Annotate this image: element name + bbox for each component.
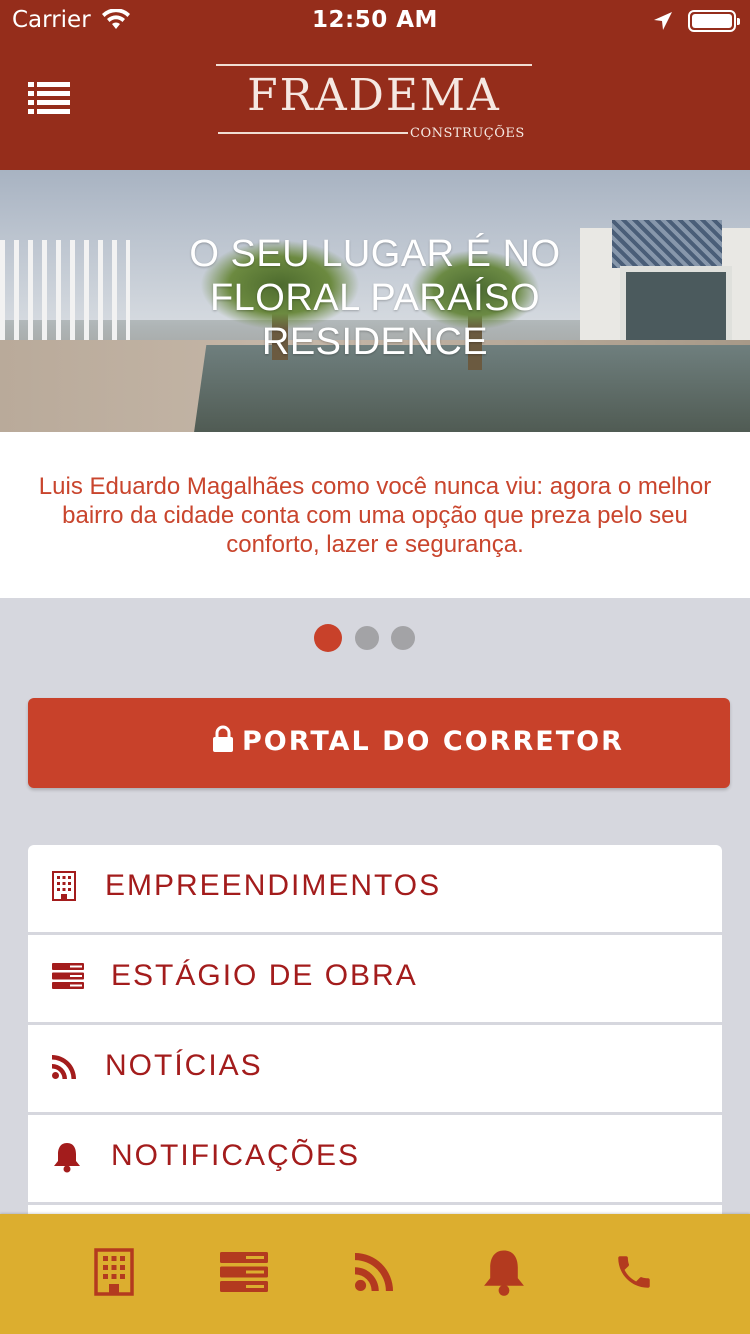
- building-icon: [52, 871, 76, 905]
- menu-item-label: ESTÁGIO DE OBRA: [111, 959, 418, 992]
- rss-icon: [355, 1253, 393, 1295]
- menu-item-estagio-de-obra[interactable]: ESTÁGIO DE OBRA: [28, 935, 722, 1022]
- menu-item-noticias[interactable]: NOTÍCIAS: [28, 1025, 722, 1112]
- lock-icon: [212, 725, 234, 757]
- hero-description: Luis Eduardo Magalhães como você nunca v…: [38, 473, 712, 558]
- hero-title: O SEU LUGAR É NO FLORAL PARAÍSO RESIDENC…: [0, 232, 750, 364]
- logo-wordmark: FRADEMA: [247, 70, 501, 121]
- menu-item-notificacoes[interactable]: NOTIFICAÇÕES: [28, 1115, 722, 1202]
- menu-item-label: EMPREENDIMENTOS: [105, 869, 442, 902]
- bell-icon: [481, 1247, 527, 1301]
- menu-item-label: NOTÍCIAS: [105, 1049, 263, 1082]
- hero-title-line: FLORAL PARAÍSO: [209, 277, 541, 319]
- hero-title-line: O SEU LUGAR É NO: [189, 233, 561, 275]
- portal-button-label: PORTAL DO CORRETOR: [242, 726, 624, 757]
- battery-icon: [688, 10, 740, 32]
- brand-logo: FRADEMA CONSTRUÇÕES: [212, 64, 536, 144]
- hero-title-line: RESIDENCE: [261, 321, 489, 363]
- building-icon: [94, 1248, 134, 1300]
- tab-estagio-de-obra[interactable]: [214, 1244, 274, 1304]
- bell-icon: [52, 1141, 82, 1177]
- status-bar: Carrier 12:50 AM: [0, 0, 750, 40]
- tab-noticias[interactable]: [344, 1244, 404, 1304]
- tab-empreendimentos[interactable]: [84, 1244, 144, 1304]
- logo-subtitle: CONSTRUÇÕES: [410, 126, 525, 141]
- server-stack-icon: [52, 963, 84, 993]
- status-time: 12:50 AM: [312, 7, 438, 33]
- phone-icon: [613, 1251, 655, 1297]
- app-header: Carrier 12:50 AM FRADEMA CONSTRUÇÕES: [0, 0, 750, 170]
- menu-item-empreendimentos[interactable]: EMPREENDIMENTOS: [28, 845, 722, 932]
- tab-contato[interactable]: [604, 1244, 664, 1304]
- hero-description-card: Luis Eduardo Magalhães como você nunca v…: [0, 432, 750, 598]
- rss-icon: [52, 1055, 76, 1083]
- main-menu: EMPREENDIMENTOS ESTÁGIO DE OBRA NOTÍCIAS…: [28, 845, 722, 1205]
- carousel-pager[interactable]: [314, 624, 424, 654]
- hero-banner[interactable]: O SEU LUGAR É NO FLORAL PARAÍSO RESIDENC…: [0, 170, 750, 432]
- pager-dot-active[interactable]: [314, 624, 342, 652]
- server-stack-icon: [220, 1252, 268, 1296]
- pager-dot[interactable]: [355, 626, 379, 650]
- list-menu-icon[interactable]: [28, 80, 70, 116]
- location-arrow-icon: [652, 10, 674, 36]
- portal-do-corretor-button[interactable]: PORTAL DO CORRETOR: [28, 698, 730, 788]
- pager-dot[interactable]: [391, 626, 415, 650]
- bottom-tab-bar: [0, 1214, 750, 1334]
- tab-notificacoes[interactable]: [474, 1244, 534, 1304]
- menu-item-label: NOTIFICAÇÕES: [111, 1139, 361, 1172]
